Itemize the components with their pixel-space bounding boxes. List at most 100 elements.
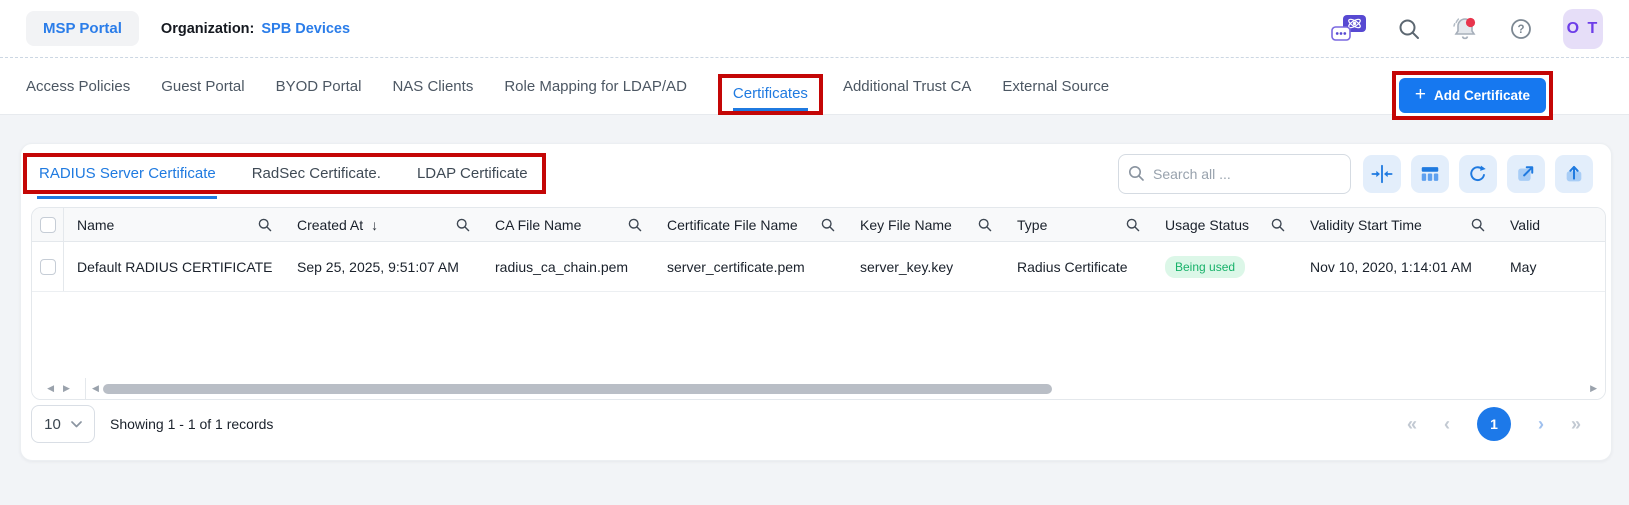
column-header-key-file-name[interactable]: Key File Name xyxy=(847,208,1004,241)
current-page-button[interactable]: 1 xyxy=(1476,407,1511,441)
last-page-icon[interactable]: » xyxy=(1571,415,1581,433)
column-search-icon[interactable] xyxy=(1126,218,1140,232)
cell-created-at: Sep 25, 2025, 9:51:07 AM xyxy=(297,258,459,275)
scrollbar-thumb[interactable] xyxy=(102,383,1053,394)
user-avatar[interactable]: O T xyxy=(1563,8,1603,49)
subtab-radius-server-certificate[interactable]: RADIUS Server Certificate xyxy=(39,165,216,182)
ai-chat-assistant-icon[interactable] xyxy=(1331,14,1367,44)
column-search-icon[interactable] xyxy=(628,218,642,232)
tab-additional-trust-ca[interactable]: Additional Trust CA xyxy=(843,78,971,95)
fit-columns-button[interactable] xyxy=(1363,154,1401,193)
scrollbar-track[interactable] xyxy=(102,383,1586,394)
tab-access-policies[interactable]: Access Policies xyxy=(26,78,130,95)
table-header-row: Name Created At ↓ CA File Name Certifica… xyxy=(32,208,1605,242)
row-select-cell xyxy=(32,242,64,291)
refresh-button[interactable] xyxy=(1459,154,1497,193)
column-label: Certificate File Name xyxy=(667,216,798,233)
active-subtab-underline xyxy=(37,196,217,199)
cell-type: Radius Certificate xyxy=(1017,258,1128,275)
pagination-bar: 10 Showing 1 - 1 of 1 records « ‹ 1 › » xyxy=(31,405,1581,443)
annotation-box-certificates-tab: Certificates xyxy=(717,74,823,115)
columns-button[interactable] xyxy=(1411,154,1449,193)
tab-certificates-active[interactable]: Certificates xyxy=(732,85,808,111)
table-horizontal-scrollbar: ◀ ▶ ◀ ▶ xyxy=(32,378,1605,399)
column-header-usage-status[interactable]: Usage Status xyxy=(1152,208,1297,241)
organization-name-link[interactable]: SPB Devices xyxy=(261,21,350,37)
first-page-icon[interactable]: « xyxy=(1407,415,1417,433)
scroll-page-left-icon[interactable]: ◀ xyxy=(47,383,54,394)
card-toolbar-row: RADIUS Server Certificate RadSec Certifi… xyxy=(23,153,1593,194)
cell-usage-status: Being used xyxy=(1152,242,1297,291)
search-input-icon xyxy=(1128,165,1145,187)
upload-button[interactable] xyxy=(1555,154,1593,193)
column-label: Name xyxy=(77,216,115,233)
annotation-box-add-certificate: + Add Certificate xyxy=(1391,71,1553,120)
column-header-certificate-file-name[interactable]: Certificate File Name xyxy=(654,208,847,241)
column-header-type[interactable]: Type xyxy=(1004,208,1152,241)
column-header-created-at[interactable]: Created At ↓ xyxy=(284,208,482,241)
page-navigation: « ‹ 1 › » xyxy=(1407,407,1581,441)
tab-nas-clients[interactable]: NAS Clients xyxy=(392,78,473,95)
search-icon[interactable] xyxy=(1397,17,1421,41)
column-header-validity-end-truncated[interactable]: Valid xyxy=(1497,208,1605,241)
column-search-icon[interactable] xyxy=(821,218,835,232)
cell-ca-file-name: radius_ca_chain.pem xyxy=(495,258,629,275)
plus-icon: + xyxy=(1414,84,1426,105)
page-size-value: 10 xyxy=(44,415,61,433)
tab-guest-portal[interactable]: Guest Portal xyxy=(161,78,244,95)
certificates-card: RADIUS Server Certificate RadSec Certifi… xyxy=(20,143,1612,461)
column-search-icon[interactable] xyxy=(456,218,470,232)
subtab-radsec-certificate[interactable]: RadSec Certificate. xyxy=(252,165,381,182)
organization-label: Organization: xyxy=(160,20,255,37)
column-label: Created At xyxy=(297,216,364,233)
top-header: MSP Portal Organization: SPB Devices ? O… xyxy=(0,0,1629,57)
page-size-select[interactable]: 10 xyxy=(31,405,95,443)
scroll-step-right-icon[interactable]: ▶ xyxy=(1590,383,1597,394)
select-all-checkbox[interactable] xyxy=(39,216,56,233)
subtab-ldap-certificate[interactable]: LDAP Certificate xyxy=(417,165,528,182)
column-label: Type xyxy=(1017,216,1048,233)
tab-byod-portal[interactable]: BYOD Portal xyxy=(276,78,362,95)
notifications-bell-icon[interactable] xyxy=(1451,15,1479,43)
scroll-page-right-icon[interactable]: ▶ xyxy=(63,383,70,394)
column-label: Validity Start Time xyxy=(1310,216,1422,233)
search-all-box xyxy=(1118,153,1351,194)
msp-portal-button[interactable]: MSP Portal xyxy=(26,11,139,46)
table-row[interactable]: Default RADIUS CERTIFICATE Sep 25, 2025,… xyxy=(32,242,1605,292)
tab-role-mapping-ldap-ad[interactable]: Role Mapping for LDAP/AD xyxy=(504,78,687,95)
page-content: RADIUS Server Certificate RadSec Certifi… xyxy=(0,116,1629,505)
column-label: Valid xyxy=(1510,216,1541,233)
next-page-icon[interactable]: › xyxy=(1538,415,1544,433)
sort-desc-icon[interactable]: ↓ xyxy=(371,217,378,233)
column-header-name[interactable]: Name xyxy=(64,208,284,241)
search-all-input[interactable] xyxy=(1118,153,1351,194)
select-all-cell xyxy=(32,208,64,241)
column-search-icon[interactable] xyxy=(1271,218,1285,232)
column-label: CA File Name xyxy=(495,216,582,233)
scroll-nav-buttons: ◀ ▶ xyxy=(32,378,86,399)
column-header-ca-file-name[interactable]: CA File Name xyxy=(482,208,654,241)
cell-key-file-name: server_key.key xyxy=(860,258,954,275)
column-search-icon[interactable] xyxy=(978,218,992,232)
svg-text:?: ? xyxy=(1517,24,1524,36)
cell-certificate-file-name: server_certificate.pem xyxy=(667,258,805,275)
records-summary: Showing 1 - 1 of 1 records xyxy=(110,416,274,432)
annotation-box-certificate-subtabs: RADIUS Server Certificate RadSec Certifi… xyxy=(23,153,546,194)
export-button[interactable] xyxy=(1507,154,1545,193)
chevron-down-icon xyxy=(70,420,82,427)
previous-page-icon[interactable]: ‹ xyxy=(1444,415,1450,433)
column-search-icon[interactable] xyxy=(1471,218,1485,232)
column-label: Usage Status xyxy=(1165,216,1250,233)
scroll-step-left-icon[interactable]: ◀ xyxy=(92,383,99,394)
row-checkbox[interactable] xyxy=(39,258,56,275)
column-label: Key File Name xyxy=(860,216,952,233)
column-search-icon[interactable] xyxy=(258,218,272,232)
cell-validity-end-truncated: May xyxy=(1510,258,1537,275)
help-icon[interactable]: ? xyxy=(1509,17,1533,41)
tab-external-source[interactable]: External Source xyxy=(1002,78,1109,95)
cell-name: Default RADIUS CERTIFICATE xyxy=(77,258,273,275)
cell-validity-start-time: Nov 10, 2020, 1:14:01 AM xyxy=(1310,258,1472,275)
add-certificate-label: Add Certificate xyxy=(1433,88,1530,103)
add-certificate-button[interactable]: + Add Certificate xyxy=(1398,78,1546,113)
column-header-validity-start-time[interactable]: Validity Start Time xyxy=(1297,208,1497,241)
